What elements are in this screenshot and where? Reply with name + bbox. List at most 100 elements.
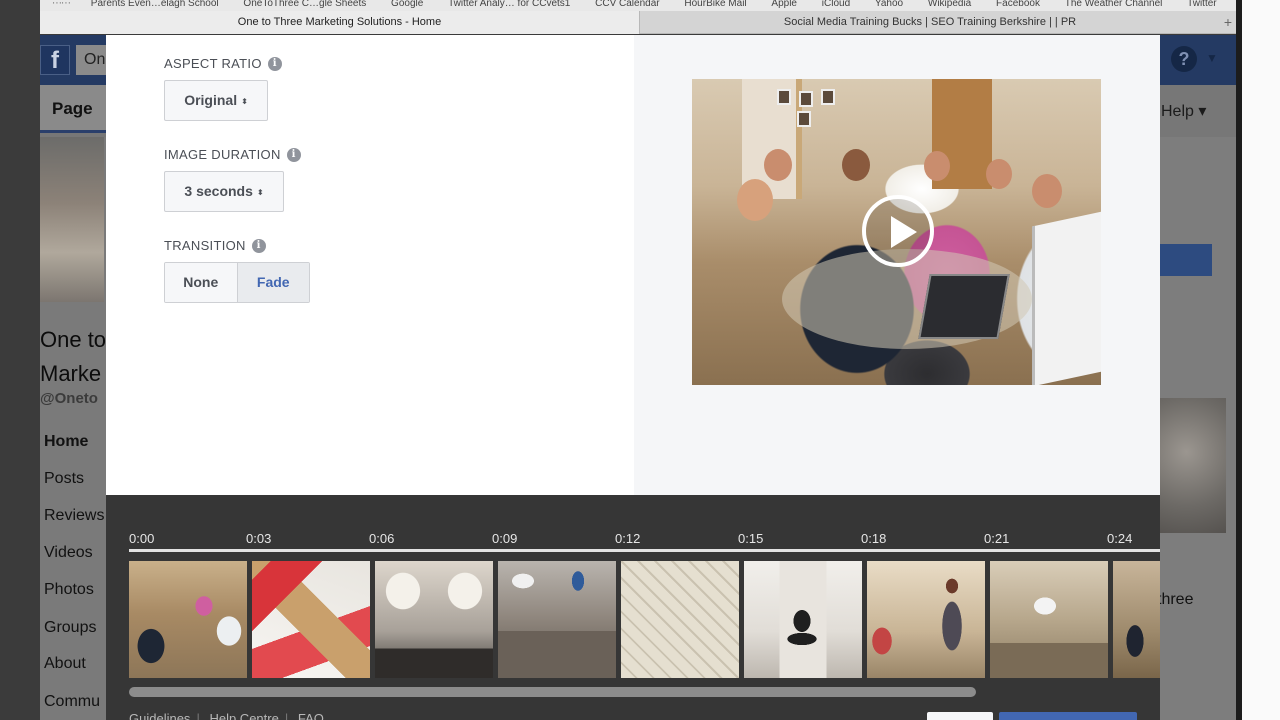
bookmark-item[interactable]: Google [391, 0, 423, 9]
image-duration-value: 3 seconds [184, 183, 253, 199]
bookmarks-bar: ⋯⋯ Parents Even…elagh School OneToThree … [40, 0, 1236, 11]
right-column-text: three [1157, 591, 1194, 608]
sidebar-item-videos[interactable]: Videos [44, 544, 93, 562]
guidelines-link[interactable]: Guidelines [129, 711, 190, 720]
aspect-ratio-label-text: ASPECT RATIO [164, 56, 262, 71]
thumbnail-image-office-room [990, 561, 1108, 678]
bookmark-item[interactable]: HourBike Mail [684, 0, 746, 9]
photo-frame [797, 111, 811, 127]
thumbnail-image-woman-presenting [867, 561, 985, 678]
play-icon[interactable] [862, 195, 934, 267]
image-duration-label: IMAGE DURATION i [164, 147, 301, 162]
new-tab-button[interactable]: + [1224, 11, 1232, 34]
time-mark: 0:12 [615, 531, 641, 546]
bookmark-item[interactable]: Apple [771, 0, 797, 9]
time-mark: 0:18 [861, 531, 887, 546]
sidebar-item-home[interactable]: Home [44, 433, 88, 451]
timeline-ruler [129, 549, 1160, 552]
aspect-ratio-label: ASPECT RATIO i [164, 56, 282, 71]
aspect-ratio-value: Original [184, 92, 238, 108]
help-centre-link[interactable]: Help Centre [209, 711, 278, 720]
transition-label-text: TRANSITION [164, 238, 246, 253]
photo-person [842, 149, 870, 181]
bookmark-item[interactable]: iCloud [822, 0, 850, 9]
right-column-photo[interactable] [1160, 398, 1226, 533]
slideshow-thumbnail[interactable] [252, 561, 370, 678]
create-slideshow-button[interactable] [999, 712, 1137, 720]
footer-separator: | [284, 711, 289, 720]
bookmark-item[interactable]: The Weather Channel [1065, 0, 1163, 9]
bookmark-item[interactable]: Twitter [1187, 0, 1216, 9]
select-caret-icon: ⬍ [241, 96, 248, 106]
slideshow-thumbnail[interactable] [129, 561, 247, 678]
desktop-left-edge [0, 0, 40, 720]
thumbnail-image-back-to-school-scrabble [621, 561, 739, 678]
sidebar-item-photos[interactable]: Photos [44, 581, 94, 599]
photo-person [1032, 174, 1062, 208]
photo-person [924, 151, 950, 181]
thumbnail-image-lead-blocks [252, 561, 370, 678]
sidebar-item-reviews[interactable]: Reviews [44, 507, 104, 525]
bookmark-item[interactable]: Twitter Analy… for CCvets1 [448, 0, 570, 9]
sidebar-item-community[interactable]: Commu [44, 693, 100, 711]
slideshow-thumbnail[interactable] [1113, 561, 1160, 678]
help-icon[interactable]: ? [1171, 46, 1197, 72]
time-mark: 0:03 [246, 531, 272, 546]
slideshow-thumbnail[interactable] [498, 561, 616, 678]
photo-frame [821, 89, 835, 105]
transition-option-fade[interactable]: Fade [236, 263, 309, 302]
tab-page[interactable]: Page [40, 85, 106, 133]
transition-option-none[interactable]: None [165, 263, 237, 302]
thumbnail-image-partial-photo [1113, 561, 1160, 678]
slideshow-thumbnail[interactable] [990, 561, 1108, 678]
browser-tab[interactable]: Social Media Training Bucks | SEO Traini… [640, 11, 1220, 34]
bookmark-item[interactable]: OneToThree C…gle Sheets [243, 0, 366, 9]
info-icon[interactable]: i [251, 238, 266, 253]
photo-person [764, 149, 792, 181]
footer-separator: | [196, 711, 200, 720]
sidebar-item-posts[interactable]: Posts [44, 470, 84, 488]
time-mark: 0:00 [129, 531, 155, 546]
browser-tab-bar: One to Three Marketing Solutions - Home … [40, 11, 1236, 34]
page-name: One to Marke [40, 323, 106, 391]
info-icon[interactable]: i [267, 56, 282, 71]
time-mark: 0:06 [369, 531, 395, 546]
bookmark-item[interactable]: CCV Calendar [595, 0, 659, 9]
cancel-button[interactable] [927, 712, 993, 720]
footer-links: Guidelines | Help Centre | FAQ [129, 711, 330, 720]
bookmark-item[interactable]: Parents Even…elagh School [91, 0, 219, 9]
aspect-ratio-select[interactable]: Original ⬍ [164, 80, 268, 121]
photo-frame [777, 89, 791, 105]
right-column-button[interactable] [1160, 244, 1212, 276]
bookmark-item[interactable]: Facebook [996, 0, 1040, 9]
bookmark-item[interactable]: Yahoo [875, 0, 903, 9]
page-name-line: Marke [40, 361, 102, 386]
slideshow-thumbnail[interactable] [621, 561, 739, 678]
slideshow-thumbnail[interactable] [375, 561, 493, 678]
page-handle[interactable]: @Oneto [40, 390, 98, 407]
sidebar-item-groups[interactable]: Groups [44, 619, 96, 637]
timeline-scrollbar-thumb[interactable] [129, 687, 976, 697]
facebook-logo-icon[interactable]: f [40, 45, 70, 75]
apps-grid-icon[interactable]: ⋯⋯ [52, 0, 71, 9]
transition-toggle: None Fade [164, 262, 310, 303]
bookmark-item[interactable]: Wikipedia [928, 0, 971, 9]
account-menu-caret-icon[interactable]: ▼ [1206, 51, 1218, 65]
photo-frame [799, 91, 813, 107]
time-mark: 0:15 [738, 531, 764, 546]
image-duration-select[interactable]: 3 seconds ⬍ [164, 171, 284, 212]
image-duration-label-text: IMAGE DURATION [164, 147, 281, 162]
faq-link[interactable]: FAQ [298, 711, 324, 720]
info-icon[interactable]: i [286, 147, 301, 162]
sidebar-item-about[interactable]: About [44, 655, 86, 673]
profile-photo[interactable] [40, 137, 104, 302]
thumbnail-image-team-meeting [129, 561, 247, 678]
photo-person [737, 179, 773, 221]
help-menu-link[interactable]: Help ▾ [1161, 101, 1206, 121]
browser-tab-active[interactable]: One to Three Marketing Solutions - Home [40, 11, 640, 34]
slideshow-thumbnail[interactable] [867, 561, 985, 678]
thumbnail-image-coffee-cups [375, 561, 493, 678]
photo-laptop [918, 274, 1010, 339]
photo-person [986, 159, 1012, 189]
slideshow-thumbnail[interactable] [744, 561, 862, 678]
